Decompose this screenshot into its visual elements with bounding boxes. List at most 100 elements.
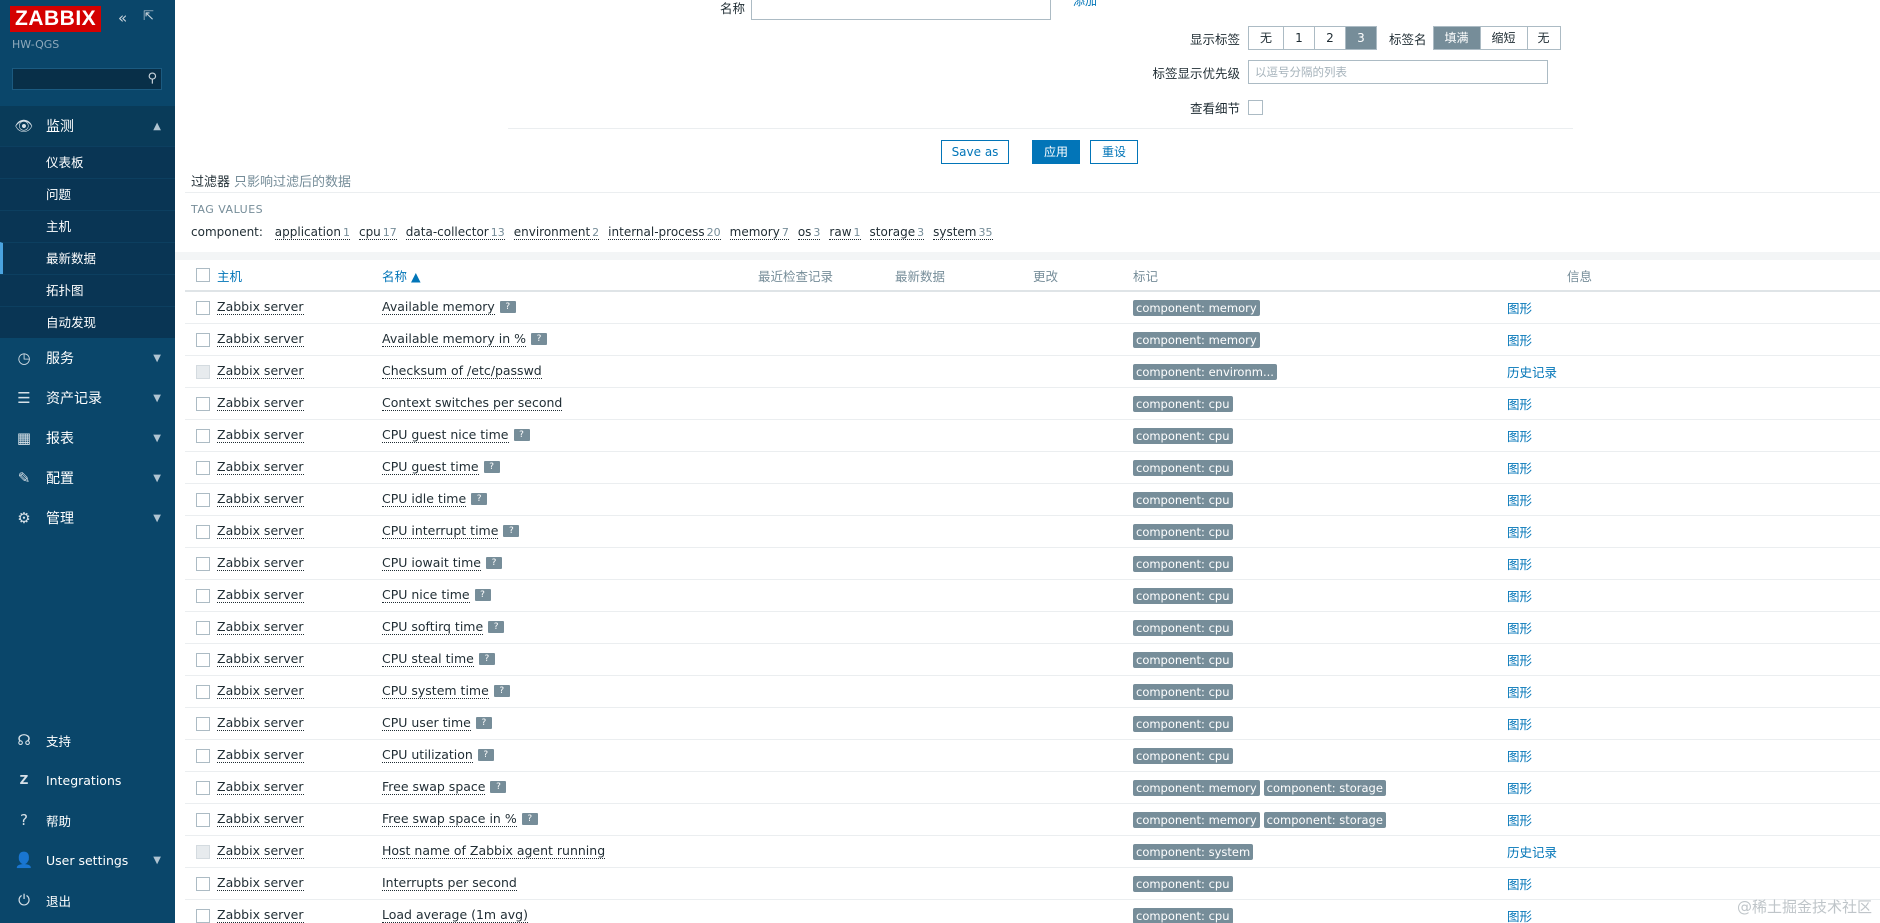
host-link[interactable]: Zabbix server	[217, 716, 304, 731]
description-icon[interactable]: ?	[471, 492, 488, 505]
tag-badge[interactable]: component: storage	[1263, 811, 1386, 828]
nav-reports[interactable]: ▦ 报表 ▼	[0, 418, 175, 458]
tag-value-link[interactable]: os 3	[797, 225, 821, 240]
host-link[interactable]: Zabbix server	[217, 524, 304, 539]
description-icon[interactable]: ?	[521, 812, 538, 825]
item-name[interactable]: CPU interrupt time	[382, 524, 499, 539]
host-link[interactable]: Zabbix server	[217, 364, 304, 379]
description-icon[interactable]: ?	[493, 684, 510, 697]
search-icon[interactable]: ⚲	[147, 71, 157, 86]
item-name[interactable]: CPU softirq time	[382, 620, 484, 635]
item-name[interactable]: CPU idle time	[382, 492, 467, 507]
graph-history-link[interactable]: 图形	[1507, 778, 1532, 797]
host-link[interactable]: Zabbix server	[217, 844, 304, 859]
tag-value-link[interactable]: storage 3	[869, 225, 925, 240]
tag-badge[interactable]: component: cpu	[1133, 587, 1233, 604]
item-name[interactable]: Available memory	[382, 300, 495, 315]
tag-badge[interactable]: component: environm...	[1133, 363, 1277, 380]
item-name[interactable]: Context switches per second	[382, 396, 563, 411]
host-link[interactable]: Zabbix server	[217, 588, 304, 603]
item-name[interactable]: CPU iowait time	[382, 556, 481, 571]
header-name-label[interactable]: 名称 ▲	[382, 266, 421, 285]
save-as-button[interactable]: Save as	[941, 140, 1009, 164]
tag-badge[interactable]: component: cpu	[1133, 651, 1233, 668]
row-checkbox[interactable]	[196, 556, 210, 571]
header-host-label[interactable]: 主机	[217, 266, 242, 285]
tag-value-link[interactable]: cpu 17	[358, 225, 397, 240]
nav-support[interactable]: ☊ 支持	[0, 720, 175, 760]
kiosk-mode-icon[interactable]: ⇱	[143, 9, 154, 24]
header-host[interactable]: 主机	[217, 260, 242, 290]
graph-history-link[interactable]: 图形	[1507, 458, 1532, 477]
tag-badge[interactable]: component: memory	[1133, 331, 1260, 348]
tag-name-full[interactable]: 填满	[1433, 27, 1481, 49]
description-icon[interactable]: ?	[483, 460, 500, 473]
tag-badge[interactable]: component: cpu	[1133, 427, 1233, 444]
host-link[interactable]: Zabbix server	[217, 492, 304, 507]
item-name[interactable]: CPU user time	[382, 716, 471, 731]
description-icon[interactable]: ?	[503, 524, 520, 537]
graph-history-link[interactable]: 图形	[1507, 874, 1532, 893]
show-details-checkbox[interactable]	[1248, 100, 1263, 115]
item-name[interactable]: CPU nice time	[382, 588, 470, 603]
nav-monitoring[interactable]: 👁 监测 ▲	[0, 106, 175, 146]
add-tag-link[interactable]: 添加	[1073, 0, 1097, 9]
graph-history-link[interactable]: 图形	[1507, 586, 1532, 605]
item-name[interactable]: CPU system time	[382, 684, 489, 699]
show-tags-none[interactable]: 无	[1249, 27, 1284, 49]
item-name[interactable]: CPU guest time	[382, 460, 479, 475]
description-icon[interactable]: ?	[485, 556, 502, 569]
host-link[interactable]: Zabbix server	[217, 684, 304, 699]
nav-help[interactable]: ? 帮助	[0, 800, 175, 840]
nav-administration[interactable]: ⚙ 管理 ▼	[0, 498, 175, 538]
host-link[interactable]: Zabbix server	[217, 748, 304, 763]
graph-history-link[interactable]: 图形	[1507, 426, 1532, 445]
host-link[interactable]: Zabbix server	[217, 812, 304, 827]
item-name[interactable]: Available memory in %	[382, 332, 527, 347]
item-name[interactable]: Interrupts per second	[382, 876, 517, 891]
tag-badge[interactable]: component: cpu	[1133, 555, 1233, 572]
nav-services[interactable]: ◷ 服务 ▼	[0, 338, 175, 378]
item-name[interactable]: Load average (1m avg)	[382, 908, 528, 923]
description-icon[interactable]: ?	[488, 620, 505, 633]
nav-user-settings[interactable]: 👤 User settings ▼	[0, 840, 175, 880]
row-checkbox[interactable]	[196, 460, 210, 475]
show-tags-3[interactable]: 3	[1346, 27, 1376, 49]
tag-value-link[interactable]: environment 2	[513, 225, 600, 240]
host-link[interactable]: Zabbix server	[217, 876, 304, 891]
item-name[interactable]: Free swap space in %	[382, 812, 517, 827]
tag-badge[interactable]: component: cpu	[1133, 875, 1233, 892]
description-icon[interactable]: ?	[475, 716, 492, 729]
tag-badge[interactable]: component: cpu	[1133, 523, 1233, 540]
tag-badge[interactable]: component: cpu	[1133, 459, 1233, 476]
graph-history-link[interactable]: 历史记录	[1507, 842, 1557, 861]
graph-history-link[interactable]: 图形	[1507, 522, 1532, 541]
tag-badge[interactable]: component: storage	[1263, 779, 1386, 796]
host-link[interactable]: Zabbix server	[217, 300, 304, 315]
host-link[interactable]: Zabbix server	[217, 396, 304, 411]
description-icon[interactable]: ?	[513, 428, 530, 441]
graph-history-link[interactable]: 图形	[1507, 714, 1532, 733]
row-checkbox[interactable]	[196, 620, 210, 635]
row-checkbox[interactable]	[196, 396, 210, 411]
host-link[interactable]: Zabbix server	[217, 620, 304, 635]
show-tags-2[interactable]: 2	[1315, 27, 1346, 49]
item-name[interactable]: Free swap space	[382, 780, 486, 795]
graph-history-link[interactable]: 图形	[1507, 394, 1532, 413]
graph-history-link[interactable]: 图形	[1507, 618, 1532, 637]
select-all-checkbox[interactable]	[196, 268, 210, 282]
description-icon[interactable]: ?	[478, 652, 495, 665]
submenu-dashboard[interactable]: 仪表板	[0, 146, 175, 178]
row-checkbox[interactable]	[196, 588, 210, 603]
description-icon[interactable]: ?	[499, 300, 516, 313]
show-tags-1[interactable]: 1	[1284, 27, 1315, 49]
tag-badge[interactable]: component: cpu	[1133, 747, 1233, 764]
item-name[interactable]: CPU steal time	[382, 652, 474, 667]
row-checkbox[interactable]	[196, 332, 210, 347]
graph-history-link[interactable]: 历史记录	[1507, 362, 1557, 381]
tag-name-shortened[interactable]: 缩短	[1480, 27, 1528, 49]
tag-badge[interactable]: component: cpu	[1133, 491, 1233, 508]
apply-button[interactable]: 应用	[1032, 140, 1080, 164]
sidebar-search-input[interactable]: ⚲	[12, 68, 162, 90]
row-checkbox[interactable]	[196, 524, 210, 539]
